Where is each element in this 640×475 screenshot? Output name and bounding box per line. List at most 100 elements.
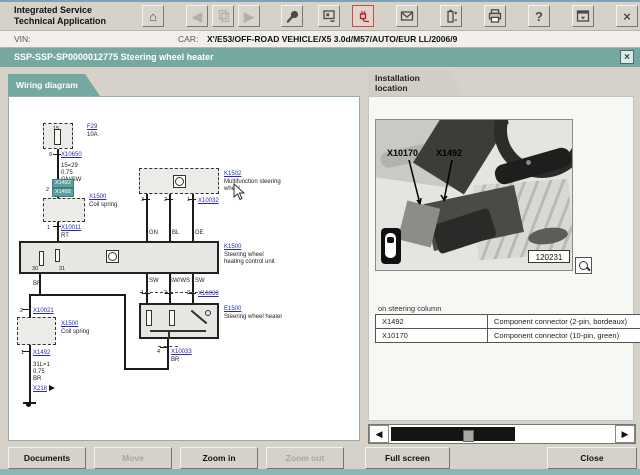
car-value: X'/E53/OFF-ROAD VEHICLE/X5 3.0d/M57/AUTO… [207,34,457,44]
table-row[interactable]: X10170Component connector (10-pin, green… [376,329,640,342]
ground-arrow-icon [49,385,55,391]
diagram-label: 31 [59,266,65,273]
application-window: Integrated Service Technical Application… [0,0,640,475]
scrollbar-thumb[interactable] [391,427,515,441]
diagram-label: 0.75 [33,369,45,376]
diagram-label: 0.75 [61,170,73,177]
diagram-label: 2 [20,308,23,315]
steering-wheel-icon [173,175,186,188]
scroll-right-icon[interactable]: ▶ [615,425,635,443]
diagram-label: SW [195,278,205,285]
toolbar-device-icon[interactable] [318,5,340,27]
diagram-link[interactable]: X218 [33,386,47,393]
diagram-link[interactable]: X1500 [89,194,106,201]
diagram-label: Coil spring [89,202,117,209]
connector-id: X1492 [376,315,488,328]
diagram-link[interactable]: K1502 [224,171,241,178]
tab-installation-location[interactable]: Installation location [368,70,464,96]
diagram-label: BR [33,376,41,383]
diagram-label: 15=29 [61,163,78,170]
diagram-link[interactable]: X1492 [33,350,50,357]
diagram-label: 15 [53,126,59,133]
diagram-link[interactable]: F29 [87,124,97,131]
photo-label: X1492 [436,148,462,158]
connector-description: Component connector (10-pin, green) [488,329,640,342]
coil-spring-box-lower [17,317,56,345]
diagram-label: 9 [49,152,52,159]
close-button[interactable]: Close [547,447,637,469]
toolbar-battery-icon[interactable] [440,5,462,27]
diagram-link[interactable]: X1500 [61,321,78,328]
car-position-icon [381,228,401,264]
toolbar-plug-icon[interactable] [352,5,374,27]
magnifier-icon[interactable] [575,257,592,274]
diagram-label: GE [195,230,204,237]
wiring-diagram-panel[interactable]: 15F2910A9X1065015=290.75GN/SW2X1492X1492… [8,96,360,441]
multifunction-steering-wheel-box [139,168,219,194]
ground-terminal [26,402,31,407]
diagram-link[interactable]: X10011 [61,225,81,232]
toolbar-window-icon[interactable] [572,5,594,27]
installation-photo[interactable]: X10170 X1492 120231 [375,119,573,271]
steering-wheel-heater-box [139,303,219,339]
connector-id: X10170 [376,329,488,342]
diagram-link[interactable]: K1500 [224,244,241,251]
full-screen-button[interactable]: Full screen [365,447,450,469]
vin-label: VIN: [14,34,31,44]
toolbar-pages-icon [212,5,234,27]
diagram-label: 1 [47,225,50,232]
scroll-left-icon[interactable]: ◀ [369,425,389,443]
document-title: SSP-SSP-SP0000012775 Steering wheel heat… [14,52,214,62]
toolbar-wrench-icon[interactable] [281,5,303,27]
diagram-label: heating control unit [224,259,275,266]
move-button: Move [94,447,172,469]
diagram-label: Coil spring [61,329,89,336]
diagram-label: SW [149,278,159,285]
documents-button[interactable]: Documents [8,447,86,469]
connector-description: Component connector (2-pin, bordeaux) [488,315,640,328]
diagram-label: Steering wheel heater [224,314,282,321]
diagram-link[interactable]: E1500 [224,306,241,313]
connector-table-caption: on steering column [378,304,441,313]
toolbar-close-icon[interactable]: × [616,5,638,27]
diagram-link[interactable]: X10650 [61,152,82,159]
toolbar-home-icon[interactable]: ⌂ [142,5,164,27]
horizontal-scrollbar[interactable]: ◀ ▶ [368,424,636,444]
connector-table: X1492Component connector (2-pin, bordeau… [375,314,640,343]
toolbar-help-icon[interactable]: ? [528,5,550,27]
toolbar-printer-icon[interactable] [484,5,506,27]
diagram-label: BL [172,230,179,237]
window-bottom-edge [0,469,640,475]
table-row[interactable]: X1492Component connector (2-pin, bordeau… [376,315,640,329]
diagram-link[interactable]: X10021 [33,308,54,315]
diagram-link[interactable]: X10032 [198,198,219,205]
tab-wiring-diagram[interactable]: Wiring diagram [8,74,100,96]
scrollbar-grip[interactable] [463,430,474,442]
control-unit-icon [106,250,119,263]
diagram-label: 1 [141,290,144,297]
heating-control-unit-box [19,241,219,274]
diagram-label: 2 [164,290,167,297]
diagram-label: GN [149,230,158,237]
diagram-link[interactable]: X10033 [171,349,192,356]
document-close-icon[interactable]: × [620,50,634,64]
diagram-label: 10A [87,132,98,139]
zoom-in-button[interactable]: Zoom in [180,447,258,469]
document-title-bar: SSP-SSP-SP0000012775 Steering wheel heat… [0,48,640,67]
diagram-label: 30 [32,266,38,273]
toolbar-back-icon: ◀ [186,5,208,27]
diagram-label: 2 [46,187,49,194]
car-label: CAR: [178,34,198,44]
wiring-diagram: 15F2910A9X1065015=290.75GN/SW2X1492X1492… [9,97,359,440]
diagram-link[interactable]: X10033 [198,291,219,298]
diagram-label: SW/WS [169,278,190,285]
photo-label: X10170 [387,148,418,158]
photo-callout-arrows [376,120,573,271]
diagram-label: 1 [187,197,190,204]
image-number-badge: 120231 [528,250,570,263]
diagram-label: 3 [141,197,144,204]
diagram-label: RT [61,233,69,240]
diagram-label: Steering wheel [224,252,264,259]
toolbar-mail-icon[interactable] [396,5,418,27]
diagram-label: 4 [157,349,160,356]
